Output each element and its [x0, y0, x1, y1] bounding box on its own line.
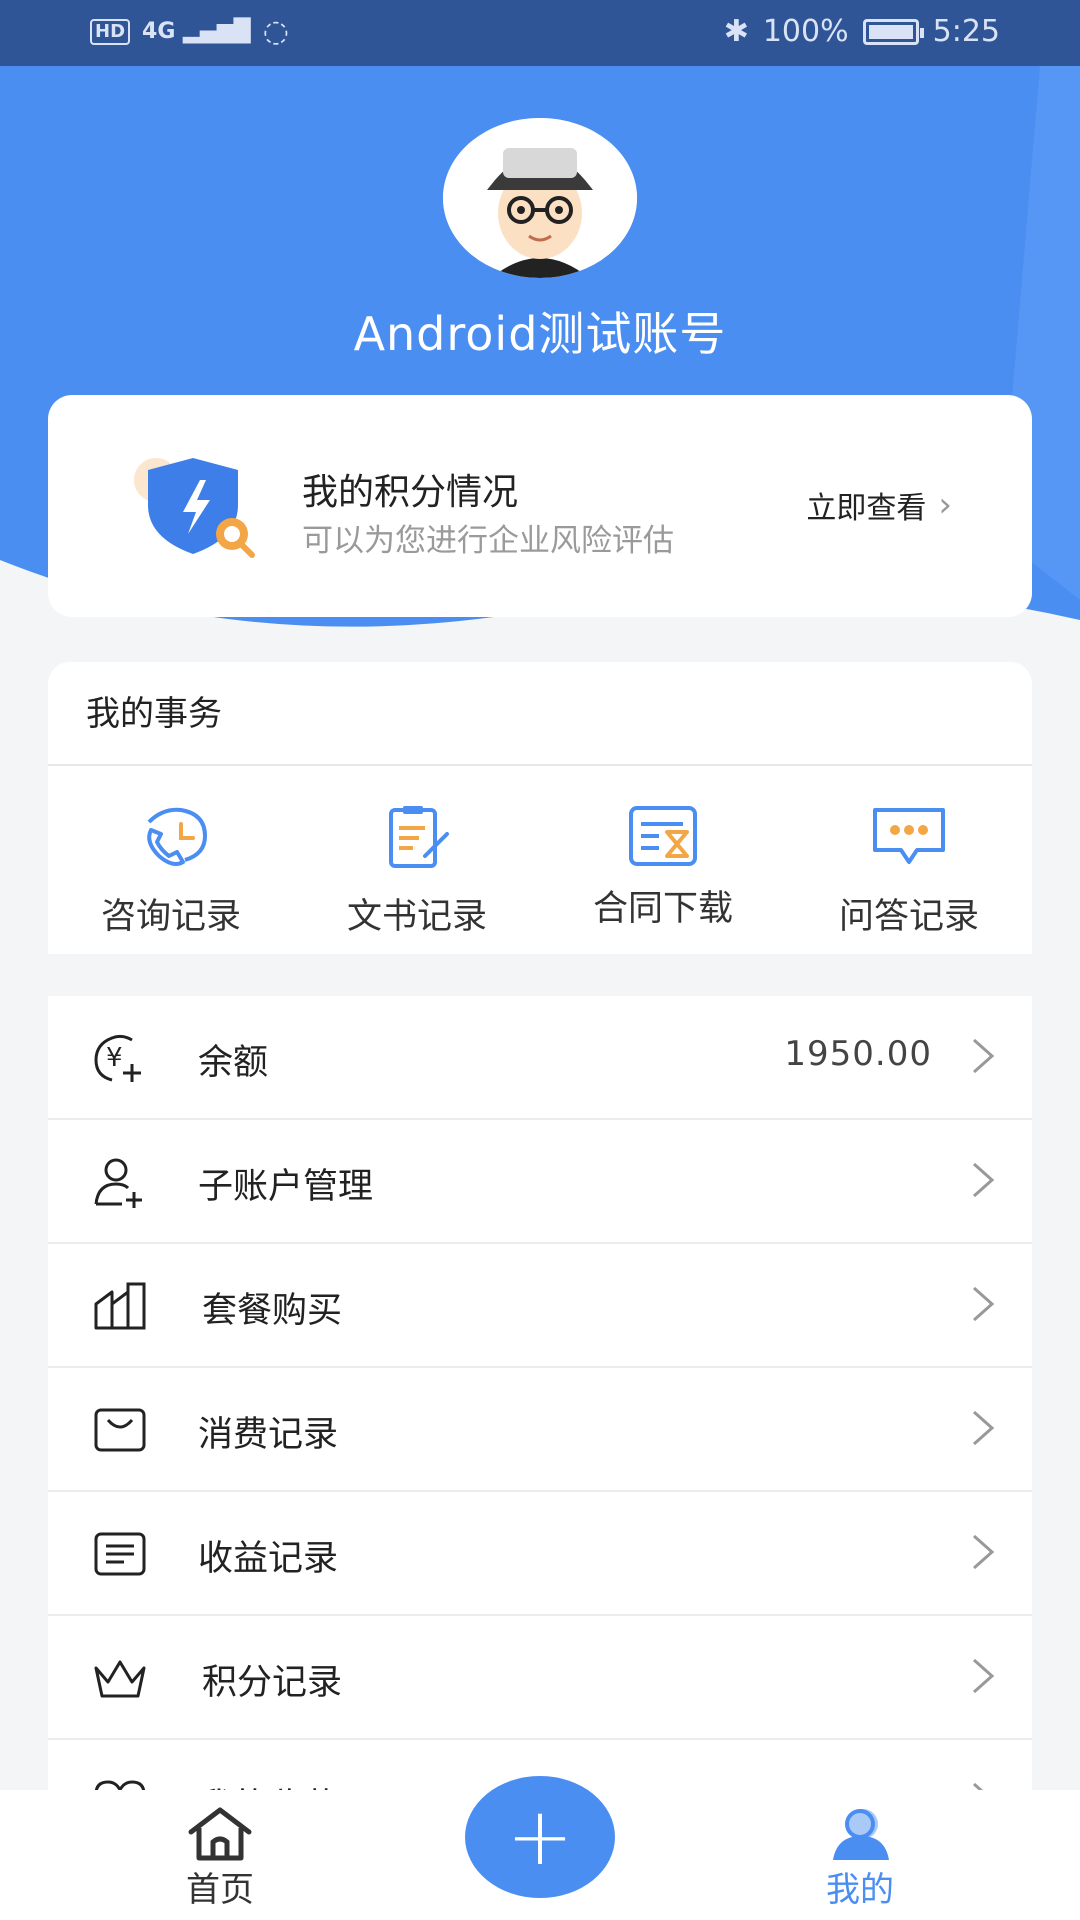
home-icon — [188, 1807, 252, 1861]
my-tasks-title: 我的事务 — [48, 662, 1032, 766]
menu-label: 子账户管理 — [198, 1167, 374, 1207]
add-user-icon — [94, 1158, 142, 1208]
list-icon — [94, 1532, 146, 1576]
chevron-right-icon — [973, 1038, 995, 1074]
wifi-icon: ◌ — [262, 14, 289, 49]
package-icon — [94, 1282, 146, 1330]
menu-label: 套餐购买 — [202, 1291, 343, 1331]
menu-label: 消费记录 — [198, 1415, 339, 1455]
balance-value: 1950.00 — [784, 1034, 932, 1074]
task-label: 咨询记录 — [100, 897, 241, 937]
menu-label: 积分记录 — [202, 1663, 343, 1703]
chat-bubble-icon — [873, 808, 945, 864]
tab-home-label: 首页 — [186, 1870, 254, 1910]
battery-icon — [862, 18, 924, 45]
tab-mine-label: 我的 — [826, 1870, 894, 1910]
points-card[interactable]: 我的积分情况 可以为您进行企业风险评估 立即查看 › — [48, 395, 1032, 617]
chevron-right-icon — [973, 1410, 995, 1446]
battery-percent: 100% — [762, 14, 849, 49]
task-qa-records[interactable]: 问答记录 — [786, 766, 1032, 954]
menu-item-income-records[interactable]: 收益记录 — [48, 1492, 1032, 1616]
hd-indicator: HD — [90, 18, 131, 45]
points-card-title: 我的积分情况 — [302, 472, 519, 513]
menu-item-points-records[interactable]: 积分记录 — [48, 1616, 1032, 1740]
account-menu: ¥ 余额 1950.00 子账户管理 套餐购买 消费记录 收益记录 积分记录 — [48, 996, 1032, 1796]
svg-text:¥: ¥ — [106, 1043, 123, 1073]
signal-icon: 4G ▂▄▆█ — [142, 19, 251, 44]
menu-item-package-purchase[interactable]: 套餐购买 — [48, 1244, 1032, 1368]
my-tasks-panel: 我的事务 咨询记录 文书记录 合同下载 问答记录 — [48, 662, 1032, 954]
menu-item-spending-records[interactable]: 消费记录 — [48, 1368, 1032, 1492]
avatar-illustration — [443, 118, 637, 278]
task-document-records[interactable]: 文书记录 — [294, 766, 540, 954]
view-now-link[interactable]: 立即查看 › — [806, 483, 952, 527]
view-now-label: 立即查看 — [806, 491, 927, 526]
crown-icon — [94, 1660, 146, 1698]
contract-hourglass-icon — [629, 806, 697, 866]
status-bar: HD 4G ▂▄▆█ ◌ ✱ 100% 5:25 — [0, 0, 1080, 66]
bag-icon — [94, 1408, 146, 1452]
chevron-right-icon — [973, 1162, 995, 1198]
user-icon — [833, 1809, 889, 1860]
task-label: 问答记录 — [838, 897, 979, 937]
add-button[interactable]: + — [465, 1776, 615, 1898]
chevron-right-icon — [973, 1658, 995, 1694]
document-edit-icon — [389, 806, 449, 868]
task-label: 文书记录 — [346, 897, 487, 937]
yuan-icon: ¥ — [94, 1034, 141, 1082]
phone-clock-icon — [147, 807, 208, 866]
task-contract-download[interactable]: 合同下载 — [540, 766, 786, 954]
username: Android测试账号 — [353, 307, 727, 361]
chevron-right-icon — [973, 1534, 995, 1570]
points-card-subtitle: 可以为您进行企业风险评估 — [302, 523, 674, 559]
shield-search-icon — [134, 458, 255, 558]
tab-mine[interactable]: 我的 — [780, 1790, 940, 1920]
menu-label: 收益记录 — [198, 1539, 339, 1579]
task-consult-records[interactable]: 咨询记录 — [48, 766, 294, 954]
tab-home[interactable]: 首页 — [140, 1790, 300, 1920]
bluetooth-icon: ✱ — [723, 14, 749, 49]
menu-item-balance[interactable]: ¥ 余额 1950.00 — [48, 996, 1032, 1120]
clock: 5:25 — [932, 14, 1000, 49]
menu-label: 余额 — [198, 1043, 269, 1083]
avatar[interactable] — [443, 118, 637, 278]
chevron-right-icon — [973, 1286, 995, 1322]
network-type: 4G — [142, 19, 176, 44]
task-label: 合同下载 — [592, 889, 733, 929]
chevron-right-icon: › — [938, 485, 952, 525]
menu-item-sub-accounts[interactable]: 子账户管理 — [48, 1120, 1032, 1244]
